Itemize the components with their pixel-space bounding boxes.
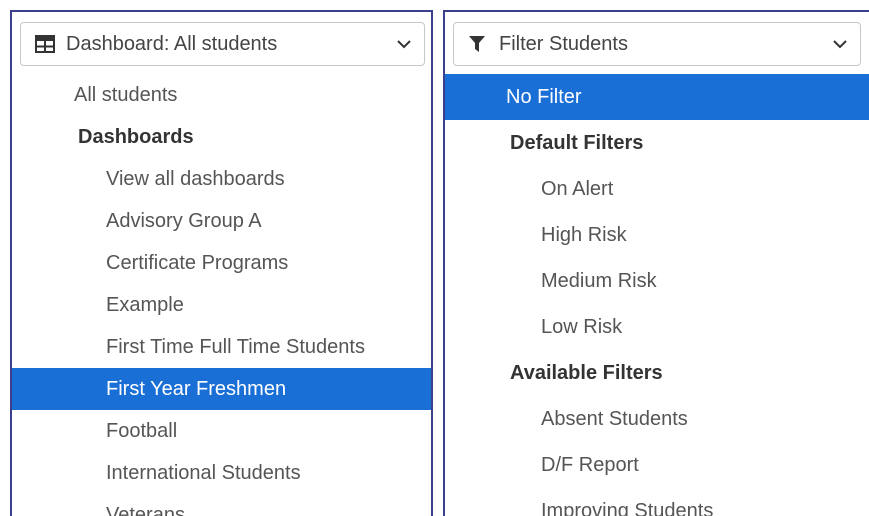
menu-item-no-filter[interactable]: No Filter bbox=[445, 74, 869, 120]
chevron-down-icon bbox=[832, 36, 848, 52]
dashboard-dropdown-toggle[interactable]: Dashboard: All students bbox=[20, 22, 425, 66]
menu-item-certificate-programs[interactable]: Certificate Programs bbox=[12, 242, 431, 284]
menu-item-all-students[interactable]: All students bbox=[12, 74, 431, 116]
menu-item-improving-students[interactable]: Improving Students bbox=[445, 488, 869, 516]
menu-item-international-students[interactable]: International Students bbox=[12, 452, 431, 494]
menu-item-view-all-dashboards[interactable]: View all dashboards bbox=[12, 158, 431, 200]
menu-item-first-time-full-time[interactable]: First Time Full Time Students bbox=[12, 326, 431, 368]
chevron-down-icon bbox=[396, 36, 412, 52]
filter-menu: No Filter Default Filters On Alert High … bbox=[445, 74, 869, 516]
menu-item-example[interactable]: Example bbox=[12, 284, 431, 326]
menu-item-low-risk[interactable]: Low Risk bbox=[445, 304, 869, 350]
menu-item-football[interactable]: Football bbox=[12, 410, 431, 452]
filter-dropdown-panel: Filter Students No Filter Default Filter… bbox=[443, 10, 869, 516]
menu-item-absent-students[interactable]: Absent Students bbox=[445, 396, 869, 442]
grid-icon bbox=[35, 35, 55, 53]
filter-dropdown-label: Filter Students bbox=[499, 32, 628, 55]
menu-item-first-year-freshmen[interactable]: First Year Freshmen bbox=[12, 368, 431, 410]
group-label-available-filters: Available Filters bbox=[510, 361, 663, 384]
group-label-dashboards: Dashboards bbox=[78, 125, 194, 148]
menu-item-df-report[interactable]: D/F Report bbox=[445, 442, 869, 488]
filter-icon bbox=[468, 35, 488, 53]
dashboard-dropdown-panel: Dashboard: All students All students Das… bbox=[10, 10, 433, 516]
menu-item-veterans[interactable]: Veterans bbox=[12, 494, 431, 516]
filter-dropdown-toggle[interactable]: Filter Students bbox=[453, 22, 861, 66]
group-label-default-filters: Default Filters bbox=[510, 131, 644, 154]
menu-item-medium-risk[interactable]: Medium Risk bbox=[445, 258, 869, 304]
dashboard-dropdown-label: Dashboard: All students bbox=[66, 32, 278, 55]
menu-item-on-alert[interactable]: On Alert bbox=[445, 166, 869, 212]
menu-item-advisory-group-a[interactable]: Advisory Group A bbox=[12, 200, 431, 242]
dashboard-menu: All students Dashboards View all dashboa… bbox=[12, 74, 431, 516]
menu-item-high-risk[interactable]: High Risk bbox=[445, 212, 869, 258]
